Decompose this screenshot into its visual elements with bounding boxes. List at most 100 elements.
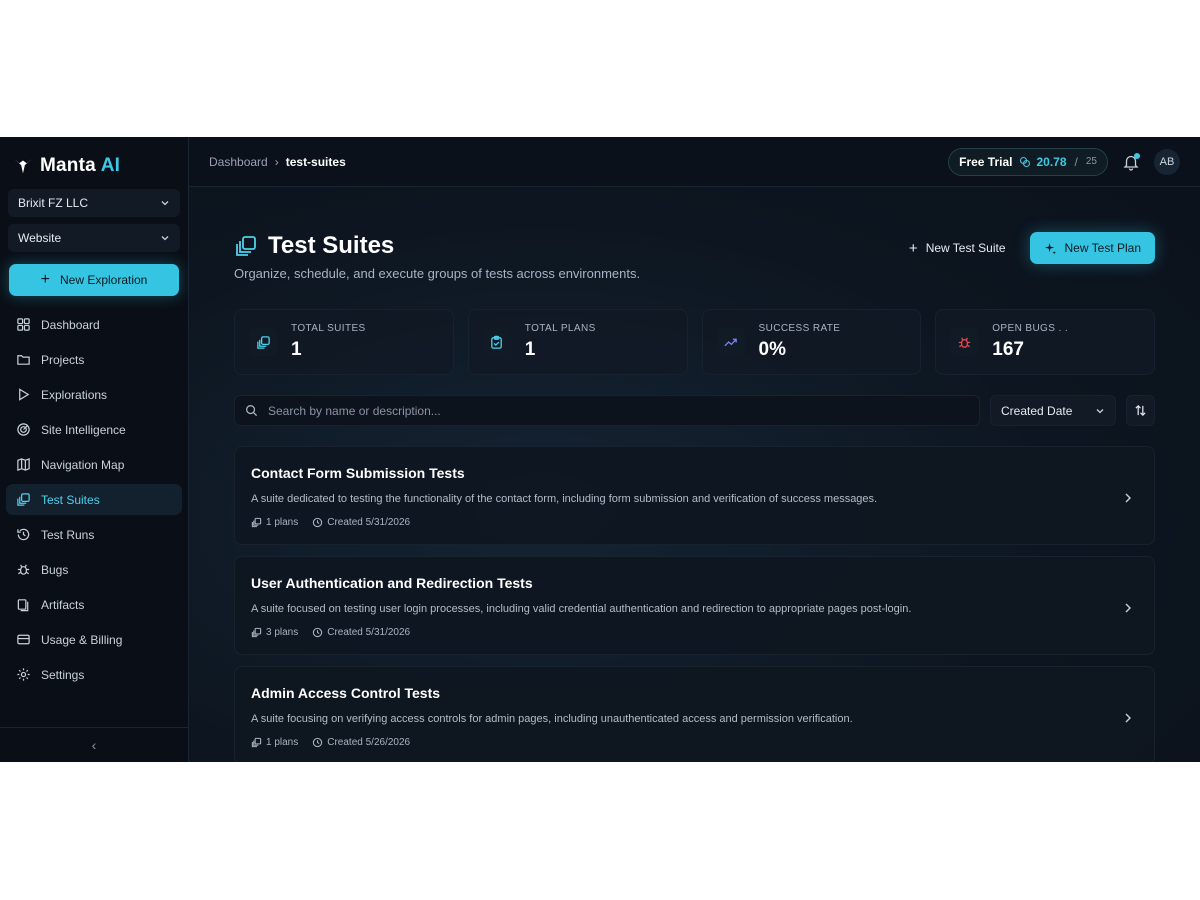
radar-icon xyxy=(17,423,30,436)
suite-card[interactable]: User Authentication and Redirection Test… xyxy=(234,556,1155,655)
brand-logo[interactable]: Manta AI xyxy=(0,137,188,181)
sidebar-item-test-runs[interactable]: Test Runs xyxy=(6,519,182,550)
chevron-right-icon xyxy=(1125,713,1131,723)
bug-icon xyxy=(958,337,970,348)
sidebar-item-label: Test Suites xyxy=(41,492,100,507)
stat-total-suites: TOTAL SUITES 1 xyxy=(234,309,454,375)
trial-credits-total: 25 xyxy=(1085,156,1097,167)
new-test-plan-button[interactable]: New Test Plan xyxy=(1029,232,1155,264)
clock-icon xyxy=(313,627,323,638)
sidebar-item-label: Test Runs xyxy=(41,527,95,542)
breadcrumb-current: test-suites xyxy=(285,154,346,169)
project-selector[interactable]: Website xyxy=(8,224,180,252)
sidebar-item-explorations[interactable]: Explorations xyxy=(6,379,182,410)
breadcrumb-dashboard-link[interactable]: Dashboard xyxy=(209,155,268,169)
sidebar-item-settings[interactable]: Settings xyxy=(6,659,182,690)
new-test-suite-button[interactable]: + New Test Suite xyxy=(897,232,1018,264)
stat-total-plans: TOTAL PLANS 1 xyxy=(467,309,688,375)
search-input[interactable] xyxy=(268,403,969,418)
sidebar-collapse-button[interactable]: ‹ xyxy=(0,727,188,762)
chevron-down-icon xyxy=(161,201,169,206)
clock-icon xyxy=(313,737,323,748)
stat-label: TOTAL PLANS xyxy=(524,323,596,334)
folder-icon xyxy=(17,355,30,365)
manta-logo-icon xyxy=(13,158,33,174)
stat-label: TOTAL SUITES xyxy=(291,323,366,334)
sidebar-item-label: Navigation Map xyxy=(41,457,125,472)
suite-plans-count: 3 plans xyxy=(266,627,299,638)
page-actions: + New Test Suite New Test Plan xyxy=(897,232,1155,264)
search-box xyxy=(234,395,980,426)
sidebar: Manta AI Brixit FZ LLC Website + New Exp… xyxy=(0,137,189,762)
org-selector[interactable]: Brixit FZ LLC xyxy=(8,189,180,217)
sidebar-item-projects[interactable]: Projects xyxy=(6,344,182,375)
suite-created-date: Created 5/31/2026 xyxy=(327,627,411,638)
history-icon xyxy=(17,528,30,541)
sidebar-item-label: Dashboard xyxy=(41,317,100,332)
suite-meta: 3 plans Created 5/31/2026 xyxy=(251,627,1138,638)
plus-icon: + xyxy=(908,239,918,257)
test-suites-icon xyxy=(17,493,30,506)
sidebar-nav: Dashboard Projects Explorations Site Int… xyxy=(0,309,188,690)
page-subtitle: Organize, schedule, and execute groups o… xyxy=(234,266,641,281)
link-icon xyxy=(251,627,262,638)
sidebar-item-label: Settings xyxy=(41,667,85,682)
search-icon xyxy=(246,405,258,417)
notifications-button[interactable] xyxy=(1122,152,1140,171)
play-icon xyxy=(19,388,30,401)
sidebar-item-label: Explorations xyxy=(41,387,108,402)
link-icon xyxy=(251,737,262,748)
sidebar-item-usage-billing[interactable]: Usage & Billing xyxy=(6,624,182,655)
page-content: Test Suites Organize, schedule, and exec… xyxy=(189,187,1200,762)
sidebar-item-dashboard[interactable]: Dashboard xyxy=(6,309,182,340)
suite-created-date: Created 5/31/2026 xyxy=(327,517,411,528)
test-suites-icon xyxy=(236,236,256,256)
stat-value: 1 xyxy=(291,339,302,360)
new-test-suite-label: New Test Suite xyxy=(925,241,1006,255)
trial-credits-used: 20.78 xyxy=(1036,154,1067,169)
page-header: Test Suites Organize, schedule, and exec… xyxy=(234,187,1155,281)
map-icon xyxy=(17,457,30,472)
suite-meta: 1 plans Created 5/31/2026 xyxy=(251,517,1138,528)
app-window: Manta AI Brixit FZ LLC Website + New Exp… xyxy=(0,137,1200,762)
stats-row: TOTAL SUITES 1 TOTAL PLANS 1 SUCCESS RAT… xyxy=(234,309,1155,375)
suite-description: A suite focusing on verifying access con… xyxy=(251,713,853,725)
artifacts-icon xyxy=(17,599,29,612)
free-trial-badge[interactable]: Free Trial 20.78 / 25 xyxy=(948,147,1108,176)
gear-icon xyxy=(17,668,30,681)
topbar: Dashboard › test-suites Free Trial 20.78… xyxy=(189,137,1200,187)
link-icon xyxy=(251,517,262,528)
suite-card[interactable]: Contact Form Submission Tests A suite de… xyxy=(234,446,1155,545)
sort-by-select[interactable]: Created Date xyxy=(990,395,1116,426)
sidebar-item-test-suites[interactable]: Test Suites xyxy=(6,484,182,515)
dashboard-icon xyxy=(17,318,30,331)
suite-card[interactable]: Admin Access Control Tests A suite focus… xyxy=(234,666,1155,762)
credit-card-icon xyxy=(17,634,30,645)
stat-value: 1 xyxy=(524,339,536,360)
suite-description: A suite dedicated to testing the functio… xyxy=(251,493,878,505)
trial-separator: / xyxy=(1074,154,1078,169)
coins-icon xyxy=(1019,156,1030,167)
trial-label: Free Trial xyxy=(959,154,1013,169)
filter-row: Created Date xyxy=(234,395,1155,426)
bug-icon xyxy=(17,564,30,575)
stat-value: 0% xyxy=(758,339,786,360)
test-suites-icon xyxy=(256,335,270,349)
avatar[interactable]: AB xyxy=(1154,148,1180,175)
suite-name: User Authentication and Redirection Test… xyxy=(251,575,533,591)
stat-open-bugs: OPEN BUGS . . 167 xyxy=(935,309,1155,375)
suite-description: A suite focused on testing user login pr… xyxy=(251,603,912,615)
stat-label: OPEN BUGS . . xyxy=(992,323,1069,334)
breadcrumb: Dashboard › test-suites xyxy=(209,155,346,169)
topbar-actions: Free Trial 20.78 / 25 AB xyxy=(948,147,1180,176)
sidebar-item-navigation-map[interactable]: Navigation Map xyxy=(6,449,182,480)
sort-direction-button[interactable] xyxy=(1126,395,1155,426)
sidebar-item-bugs[interactable]: Bugs xyxy=(6,554,182,585)
sidebar-item-site-intelligence[interactable]: Site Intelligence xyxy=(6,414,182,445)
chevron-right-icon xyxy=(1125,493,1131,503)
sidebar-item-artifacts[interactable]: Artifacts xyxy=(6,589,182,620)
suite-list: Contact Form Submission Tests A suite de… xyxy=(234,446,1155,762)
new-exploration-button[interactable]: + New Exploration xyxy=(9,264,179,296)
suite-meta: 1 plans Created 5/26/2026 xyxy=(251,737,1138,748)
page-title: Test Suites xyxy=(268,232,395,259)
